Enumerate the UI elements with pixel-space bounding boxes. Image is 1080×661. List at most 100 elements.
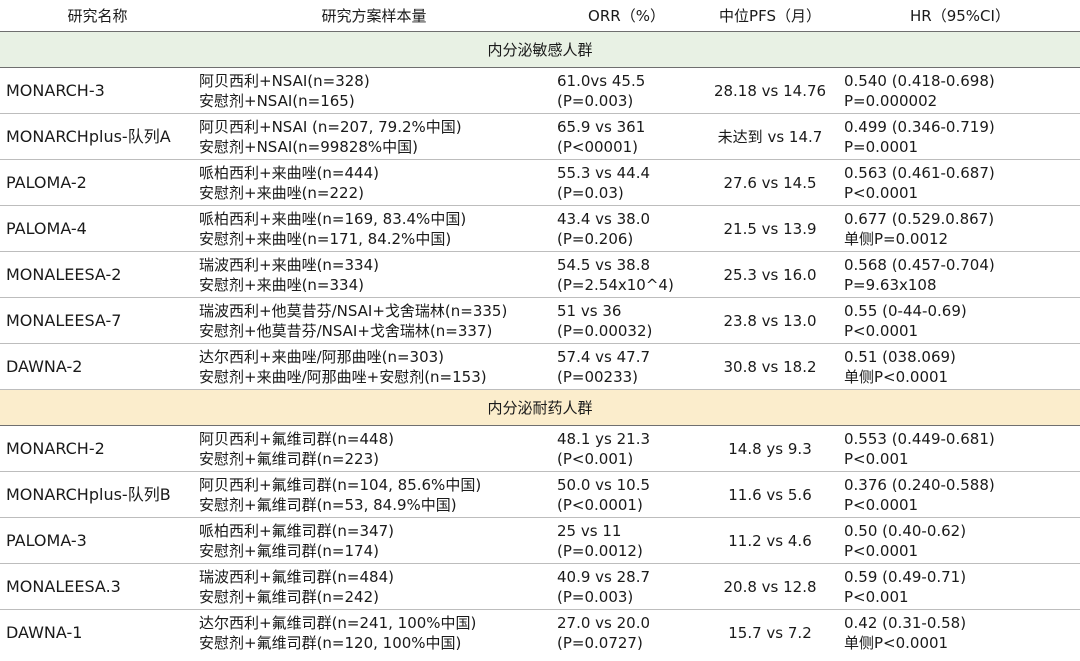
orr-cell: 43.4 vs 38.0 (P=0.206)	[553, 205, 700, 252]
table-row: DAWNA-2 达尔西利+来曲唑/阿那曲唑(n=303) 安慰剂+来曲唑/阿那曲唑+…	[0, 343, 1080, 390]
hr-cell: 0.59 (0.49-0.71) P<0.001	[840, 563, 1080, 610]
median-pfs-cell-line-1: 11.6 vs 5.6	[728, 485, 812, 504]
study-plan-cell: 瑞波西利+氟维司群(n=484) 安慰剂+氟维司群(n=242)	[195, 563, 553, 610]
median-pfs-cell: 未达到 vs 14.7	[700, 113, 840, 160]
hr-cell-line-1: 0.563 (0.461-0.687)	[844, 163, 995, 182]
study-plan-cell-line-1: 哌柏西利+来曲唑(n=169, 83.4%中国)	[199, 209, 467, 228]
study-plan-cell: 达尔西利+氟维司群(n=241, 100%中国) 安慰剂+氟维司群(n=120, …	[195, 610, 553, 656]
hr-cell-line-2: P=0.0001	[844, 137, 919, 156]
median-pfs-cell: 11.2 vs 4.6	[700, 517, 840, 564]
hr-cell: 0.376 (0.240-0.588) P<0.0001	[840, 471, 1080, 518]
study-plan-cell: 达尔西利+来曲唑/阿那曲唑(n=303) 安慰剂+来曲唑/阿那曲唑+安慰剂(n=1…	[195, 343, 553, 390]
header-study-plan: 研究方案样本量	[195, 0, 553, 32]
orr-cell-line-2: (P=0.0727)	[557, 633, 643, 652]
study-name-cell: DAWNA-1	[0, 610, 195, 656]
median-pfs-cell-line-1: 11.2 vs 4.6	[728, 531, 812, 550]
study-plan-cell-line-2: 安慰剂+NSAI(n=99828%中国)	[199, 137, 419, 156]
study-name-cell-line-1: DAWNA-2	[6, 356, 83, 376]
study-name-cell: MONALEESA-2	[0, 251, 195, 298]
hr-cell-line-2: 单侧P<0.0001	[844, 367, 949, 386]
study-plan-cell-line-1: 达尔西利+氟维司群(n=241, 100%中国)	[199, 613, 477, 632]
orr-cell: 25 vs 11 (P=0.0012)	[553, 517, 700, 564]
study-name-cell-line-1: PALOMA-4	[6, 218, 87, 238]
orr-cell: 27.0 vs 20.0 (P=0.0727)	[553, 610, 700, 656]
median-pfs-cell-line-1: 15.7 vs 7.2	[728, 623, 812, 642]
study-plan-cell: 瑞波西利+他莫昔芬/NSAI+戈舍瑞林(n=335) 安慰剂+他莫昔芬/NSAI+…	[195, 297, 553, 344]
study-plan-cell: 瑞波西利+来曲唑(n=334) 安慰剂+来曲唑(n=334)	[195, 251, 553, 298]
study-name-cell: MONALEESA.3	[0, 563, 195, 610]
hr-cell: 0.677 (0.529.0.867) 单侧P=0.0012	[840, 205, 1080, 252]
study-plan-cell-line-2: 安慰剂+来曲唑/阿那曲唑+安慰剂(n=153)	[199, 367, 487, 386]
study-plan-cell-line-1: 达尔西利+来曲唑/阿那曲唑(n=303)	[199, 347, 445, 366]
header-row: 研究名称 研究方案样本量 ORR（%） 中位PFS（月） HR（95%CI）	[0, 0, 1080, 32]
study-plan-cell-line-2: 安慰剂+来曲唑(n=334)	[199, 275, 364, 294]
study-plan-cell-line-1: 阿贝西利+NSAI (n=207, 79.2%中国)	[199, 117, 462, 136]
median-pfs-cell: 30.8 vs 18.2	[700, 343, 840, 390]
study-plan-cell-line-2: 安慰剂+氟维司群(n=174)	[199, 541, 379, 560]
study-plan-cell-line-1: 哌柏西利+氟维司群(n=347)	[199, 521, 394, 540]
study-plan-cell-line-1: 哌柏西利+来曲唑(n=444)	[199, 163, 379, 182]
orr-cell: 54.5 vs 38.8 (P=2.54x10^4)	[553, 251, 700, 298]
median-pfs-cell-line-1: 25.3 vs 16.0	[723, 265, 817, 284]
orr-cell-line-2: (P=0.206)	[557, 229, 634, 248]
hr-cell-line-1: 0.499 (0.346-0.719)	[844, 117, 995, 136]
study-name-cell: PALOMA-2	[0, 159, 195, 206]
hr-cell-line-2: 单侧P=0.0012	[844, 229, 949, 248]
orr-cell-line-1: 48.1 ys 21.3	[557, 429, 651, 448]
table-row: MONARCHplus-队列A 阿贝西利+NSAI (n=207, 79.2%中国…	[0, 113, 1080, 160]
study-plan-cell: 阿贝西利+NSAI(n=328) 安慰剂+NSAI(n=165)	[195, 67, 553, 114]
study-name-cell-line-1: PALOMA-3	[6, 530, 87, 550]
median-pfs-cell: 28.18 vs 14.76	[700, 67, 840, 114]
study-plan-cell-line-2: 安慰剂+氟维司群(n=53, 84.9%中国)	[199, 495, 457, 514]
study-plan-cell-line-2: 安慰剂+来曲唑(n=222)	[199, 183, 364, 202]
study-plan-cell-line-2: 安慰剂+氟维司群(n=120, 100%中国)	[199, 633, 462, 652]
orr-cell-line-1: 61.0vs 45.5	[557, 71, 646, 90]
orr-cell-line-1: 51 vs 36	[557, 301, 622, 320]
study-name-cell: MONALEESA-7	[0, 297, 195, 344]
study-name-cell: MONARCH-3	[0, 67, 195, 114]
orr-cell: 61.0vs 45.5 (P=0.003)	[553, 67, 700, 114]
table-row: MONALEESA.3 瑞波西利+氟维司群(n=484) 安慰剂+氟维司群(n=24…	[0, 563, 1080, 610]
hr-cell: 0.540 (0.418-0.698) P=0.000002	[840, 67, 1080, 114]
study-name-cell-line-1: PALOMA-2	[6, 172, 87, 192]
study-plan-cell-line-1: 瑞波西利+他莫昔芬/NSAI+戈舍瑞林(n=335)	[199, 301, 508, 320]
orr-cell-line-2: (P=0.0012)	[557, 541, 643, 560]
study-name-cell-line-1: DAWNA-1	[6, 622, 83, 642]
table-body: 内分泌敏感人群 MONARCH-3 阿贝西利+NSAI(n=328) 安慰剂+NSAI…	[0, 31, 1080, 656]
median-pfs-cell-line-1: 20.8 vs 12.8	[723, 577, 817, 596]
study-name-cell: MONARCHplus-队列B	[0, 471, 195, 518]
orr-cell-line-2: (P=0.03)	[557, 183, 624, 202]
study-plan-cell: 阿贝西利+氟维司群(n=104, 85.6%中国) 安慰剂+氟维司群(n=53, …	[195, 471, 553, 518]
median-pfs-cell-line-1: 23.8 vs 13.0	[723, 311, 817, 330]
hr-cell: 0.568 (0.457-0.704) P=9.63x108	[840, 251, 1080, 298]
hr-cell-line-2: P<0.001	[844, 587, 909, 606]
study-plan-cell: 哌柏西利+来曲唑(n=444) 安慰剂+来曲唑(n=222)	[195, 159, 553, 206]
orr-cell-line-1: 27.0 vs 20.0	[557, 613, 651, 632]
median-pfs-cell-line-1: 28.18 vs 14.76	[713, 81, 827, 100]
hr-cell-line-2: P=0.000002	[844, 91, 938, 110]
hr-cell: 0.499 (0.346-0.719) P=0.0001	[840, 113, 1080, 160]
section-title: 内分泌敏感人群	[0, 31, 1080, 68]
study-plan-cell-line-2: 安慰剂+他莫昔芬/NSAI+戈舍瑞林(n=337)	[199, 321, 493, 340]
orr-cell-line-2: (P=0.00032)	[557, 321, 653, 340]
study-name-cell: PALOMA-4	[0, 205, 195, 252]
study-plan-cell: 哌柏西利+氟维司群(n=347) 安慰剂+氟维司群(n=174)	[195, 517, 553, 564]
study-plan-cell: 哌柏西利+来曲唑(n=169, 83.4%中国) 安慰剂+来曲唑(n=171, 8…	[195, 205, 553, 252]
orr-cell-line-2: (P=2.54x10^4)	[557, 275, 674, 294]
median-pfs-cell-line-1: 21.5 vs 13.9	[723, 219, 817, 238]
study-plan-cell-line-2: 安慰剂+来曲唑(n=171, 84.2%中国)	[199, 229, 452, 248]
orr-cell-line-2: (P<00001)	[557, 137, 639, 156]
section-header-row: 内分泌耐药人群	[0, 389, 1080, 426]
study-name-cell-line-1: MONALEESA-2	[6, 264, 122, 284]
table-row: PALOMA-3 哌柏西利+氟维司群(n=347) 安慰剂+氟维司群(n=174) 2…	[0, 517, 1080, 564]
orr-cell: 48.1 ys 21.3 (P<0.001)	[553, 425, 700, 472]
orr-cell: 40.9 vs 28.7 (P=0.003)	[553, 563, 700, 610]
study-plan-cell-line-1: 阿贝西利+NSAI(n=328)	[199, 71, 370, 90]
study-plan-cell-line-1: 阿贝西利+氟维司群(n=104, 85.6%中国)	[199, 475, 482, 494]
median-pfs-cell: 20.8 vs 12.8	[700, 563, 840, 610]
hr-cell-line-2: P<0.0001	[844, 321, 919, 340]
study-plan-cell: 阿贝西利+氟维司群(n=448) 安慰剂+氟维司群(n=223)	[195, 425, 553, 472]
table-row: MONARCHplus-队列B 阿贝西利+氟维司群(n=104, 85.6%中国)…	[0, 471, 1080, 518]
hr-cell: 0.50 (0.40-0.62) P<0.0001	[840, 517, 1080, 564]
study-name-cell-line-1: MONALEESA-7	[6, 310, 122, 330]
